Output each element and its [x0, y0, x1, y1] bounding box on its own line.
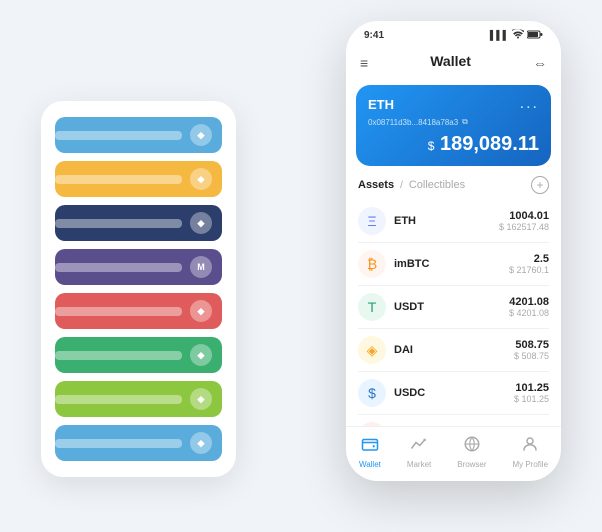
status-icons: ▌▌▌ — [490, 29, 543, 41]
table-row[interactable]: ✿ TFT 13 0 — [358, 415, 549, 426]
imbtc-icon: ₿ — [358, 250, 386, 278]
menu-icon[interactable]: ≡ — [360, 55, 368, 71]
asset-value: $ 508.75 — [514, 351, 549, 361]
bottom-nav: Wallet Market Browser My Profile — [346, 426, 561, 481]
card-dot: ◆ — [190, 124, 212, 146]
eth-card-more[interactable]: ... — [520, 95, 539, 113]
eth-card-label: ETH — [368, 97, 394, 112]
card-label-bar — [55, 307, 182, 316]
table-row[interactable]: ₿ imBTC 2.5 $ 21760.1 — [358, 243, 549, 286]
card-label-bar — [55, 175, 182, 184]
asset-amounts: 1004.01 $ 162517.48 — [499, 210, 549, 232]
eth-card[interactable]: ETH ... 0x08711d3b...8418a78a3 ⧉ $ 189,0… — [356, 85, 551, 166]
card-dot: M — [190, 256, 212, 278]
dai-icon: ◈ — [358, 336, 386, 364]
card-label-bar — [55, 395, 182, 404]
card-dot: ◆ — [190, 344, 212, 366]
list-item[interactable]: ◆ — [55, 425, 222, 461]
card-label-bar — [55, 351, 182, 360]
wallet-nav-icon — [361, 435, 379, 458]
card-label-bar — [55, 131, 182, 140]
status-time: 9:41 — [364, 30, 384, 41]
assets-header: Assets / Collectibles + — [346, 176, 561, 200]
list-item[interactable]: M — [55, 249, 222, 285]
card-label-bar — [55, 219, 182, 228]
table-row[interactable]: $ USDC 101.25 $ 101.25 — [358, 372, 549, 415]
battery-icon — [527, 30, 543, 41]
card-dot: ◆ — [190, 388, 212, 410]
asset-balance: 1004.01 — [499, 210, 549, 222]
nav-item-browser[interactable]: Browser — [457, 435, 486, 469]
card-stack: ◆ ◆ ◆ M ◆ ◆ ◆ ◆ — [41, 101, 236, 477]
card-dot: ◆ — [190, 212, 212, 234]
usdt-icon: T — [358, 293, 386, 321]
list-item[interactable]: ◆ — [55, 161, 222, 197]
table-row[interactable]: T USDT 4201.08 $ 4201.08 — [358, 286, 549, 329]
profile-nav-label: My Profile — [512, 460, 548, 469]
usdc-icon: $ — [358, 379, 386, 407]
table-row[interactable]: ◈ DAI 508.75 $ 508.75 — [358, 329, 549, 372]
asset-amounts: 4201.08 $ 4201.08 — [509, 296, 549, 318]
phone-frame: 9:41 ▌▌▌ ≡ Wallet ⇔ ETH ... — [346, 21, 561, 481]
phone-header: ≡ Wallet ⇔ — [346, 45, 561, 85]
asset-amounts: 2.5 $ 21760.1 — [509, 253, 549, 275]
asset-name: imBTC — [394, 258, 509, 270]
card-dot: ◆ — [190, 432, 212, 454]
list-item[interactable]: ◆ — [55, 293, 222, 329]
copy-icon[interactable]: ⧉ — [462, 117, 468, 127]
tab-assets[interactable]: Assets — [358, 179, 394, 191]
asset-amounts: 508.75 $ 508.75 — [514, 339, 549, 361]
list-item[interactable]: ◆ — [55, 117, 222, 153]
add-asset-button[interactable]: + — [531, 176, 549, 194]
asset-value: $ 101.25 — [514, 394, 549, 404]
scene: ◆ ◆ ◆ M ◆ ◆ ◆ ◆ — [11, 11, 591, 521]
status-bar: 9:41 ▌▌▌ — [346, 21, 561, 45]
list-item[interactable]: ◆ — [55, 381, 222, 417]
amount-value: 189,089.11 — [440, 133, 539, 155]
asset-name: ETH — [394, 215, 499, 227]
tab-divider: / — [400, 180, 403, 191]
asset-balance: 4201.08 — [509, 296, 549, 308]
browser-nav-icon — [463, 435, 481, 458]
browser-nav-label: Browser — [457, 460, 486, 469]
wallet-nav-label: Wallet — [359, 460, 381, 469]
asset-list: Ξ ETH 1004.01 $ 162517.48 ₿ imBTC 2.5 $ … — [346, 200, 561, 426]
list-item[interactable]: ◆ — [55, 205, 222, 241]
asset-name: USDC — [394, 387, 514, 399]
asset-value: $ 4201.08 — [509, 308, 549, 318]
nav-item-wallet[interactable]: Wallet — [359, 435, 381, 469]
asset-value: $ 162517.48 — [499, 222, 549, 232]
tab-collectibles[interactable]: Collectibles — [409, 179, 465, 191]
eth-card-amount: $ 189,089.11 — [368, 133, 539, 156]
address-text: 0x08711d3b...8418a78a3 — [368, 118, 458, 127]
profile-nav-icon — [521, 435, 539, 458]
table-row[interactable]: Ξ ETH 1004.01 $ 162517.48 — [358, 200, 549, 243]
card-label-bar — [55, 439, 182, 448]
asset-name: DAI — [394, 344, 514, 356]
asset-name: USDT — [394, 301, 509, 313]
asset-amounts: 101.25 $ 101.25 — [514, 382, 549, 404]
nav-item-profile[interactable]: My Profile — [512, 435, 548, 469]
card-label-bar — [55, 263, 182, 272]
card-dot: ◆ — [190, 300, 212, 322]
eth-card-header: ETH ... — [368, 95, 539, 113]
asset-balance: 2.5 — [509, 253, 549, 265]
nav-item-market[interactable]: Market — [407, 435, 431, 469]
card-dot: ◆ — [190, 168, 212, 190]
scan-icon[interactable]: ⇔ — [533, 55, 547, 71]
wifi-icon — [512, 29, 524, 41]
eth-card-address: 0x08711d3b...8418a78a3 ⧉ — [368, 117, 539, 127]
assets-tabs: Assets / Collectibles — [358, 179, 465, 191]
market-nav-icon — [410, 435, 428, 458]
asset-balance: 101.25 — [514, 382, 549, 394]
asset-balance: 508.75 — [514, 339, 549, 351]
eth-icon: Ξ — [358, 207, 386, 235]
asset-value: $ 21760.1 — [509, 265, 549, 275]
signal-icon: ▌▌▌ — [490, 30, 509, 40]
amount-prefix: $ — [428, 139, 435, 153]
list-item[interactable]: ◆ — [55, 337, 222, 373]
market-nav-label: Market — [407, 460, 431, 469]
page-title: Wallet — [416, 49, 485, 77]
